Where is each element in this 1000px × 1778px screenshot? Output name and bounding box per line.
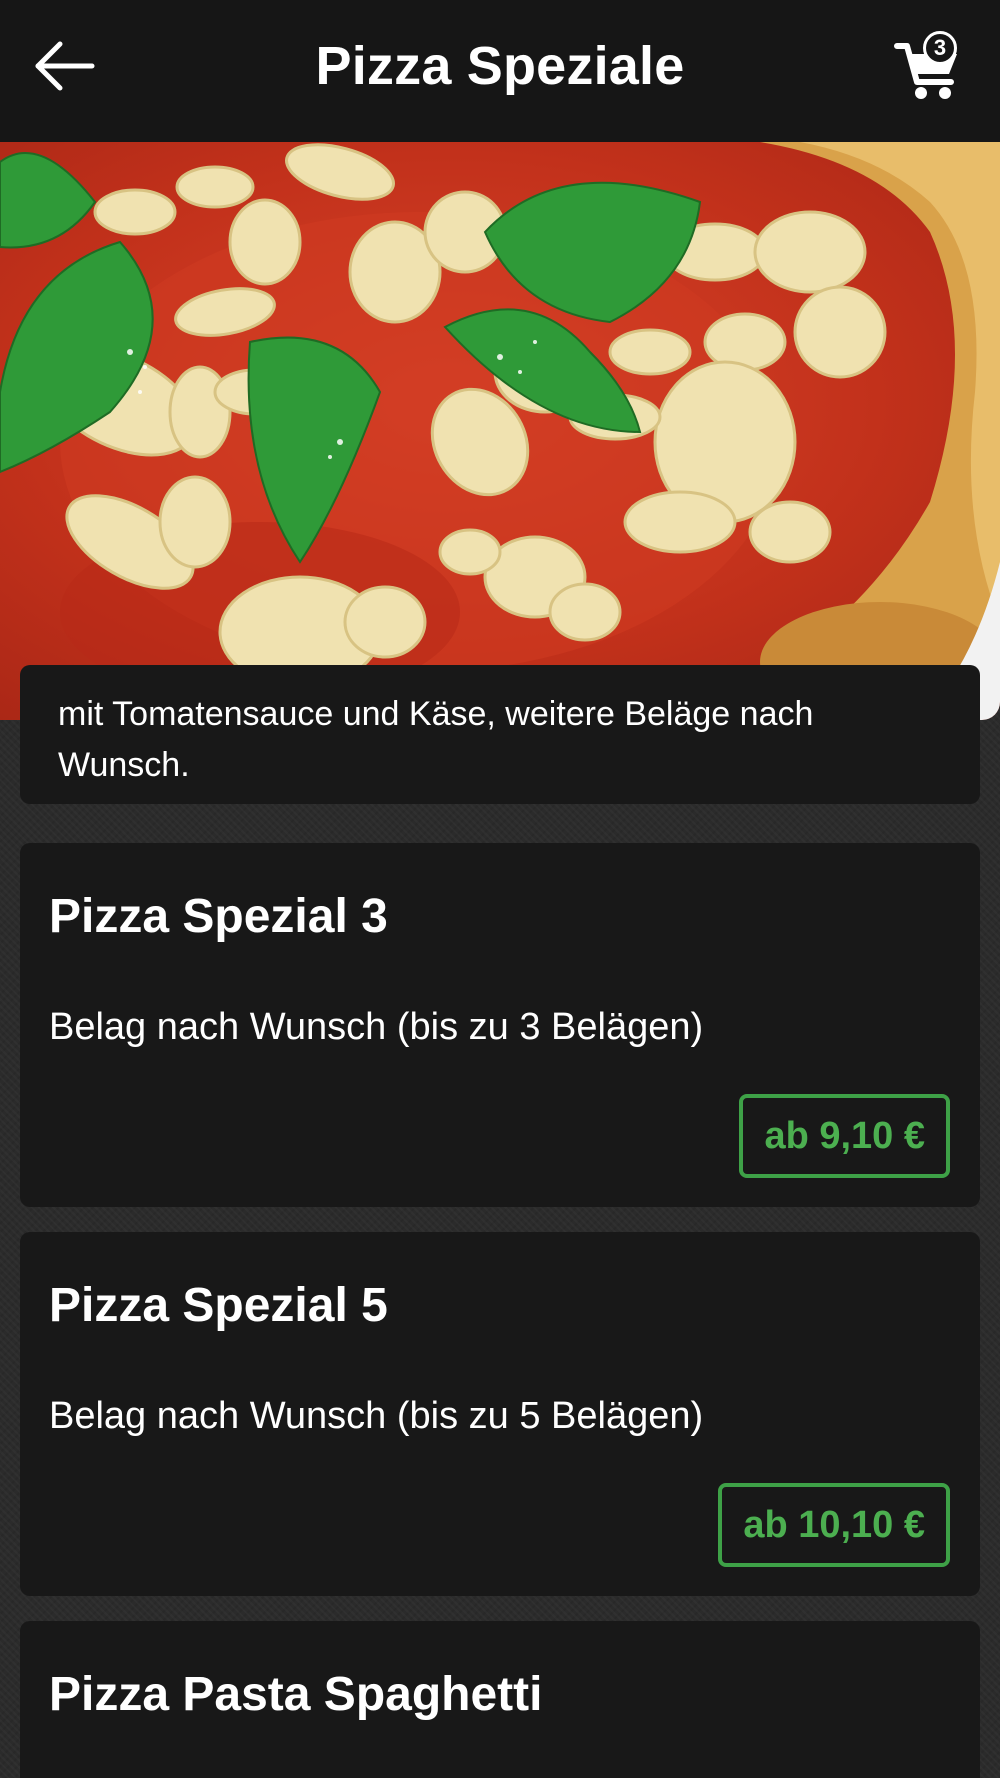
product-card[interactable]: Pizza Spezial 3 Belag nach Wunsch (bis z…	[20, 843, 980, 1207]
product-name: Pizza Spezial 5	[49, 1279, 388, 1332]
back-button[interactable]	[30, 36, 100, 96]
cart-count-badge: 3	[923, 31, 957, 65]
product-card[interactable]: Pizza Spezial 5 Belag nach Wunsch (bis z…	[20, 1232, 980, 1596]
product-description: Belag nach Wunsch (bis zu 5 Belägen)	[49, 1395, 704, 1437]
category-description: mit Tomatensauce und Käse, weitere Beläg…	[58, 695, 814, 784]
arrow-left-icon	[35, 41, 95, 91]
category-description-card: mit Tomatensauce und Käse, weitere Beläg…	[20, 665, 980, 804]
cart-button[interactable]: 3	[893, 31, 973, 104]
page-title: Pizza Speziale	[315, 36, 685, 96]
product-description: Belag nach Wunsch (bis zu 3 Belägen)	[49, 1006, 704, 1048]
price-button[interactable]: ab 9,10 €	[739, 1094, 950, 1178]
product-name: Pizza Spezial 3	[49, 890, 388, 943]
pizza-photo	[0, 142, 1000, 720]
category-hero-image	[0, 142, 1000, 720]
product-card[interactable]: Pizza Pasta Spaghetti	[20, 1621, 980, 1778]
app-header: Pizza Speziale 3	[0, 0, 1000, 142]
price-button[interactable]: ab 10,10 €	[718, 1483, 950, 1567]
product-name: Pizza Pasta Spaghetti	[49, 1668, 543, 1721]
